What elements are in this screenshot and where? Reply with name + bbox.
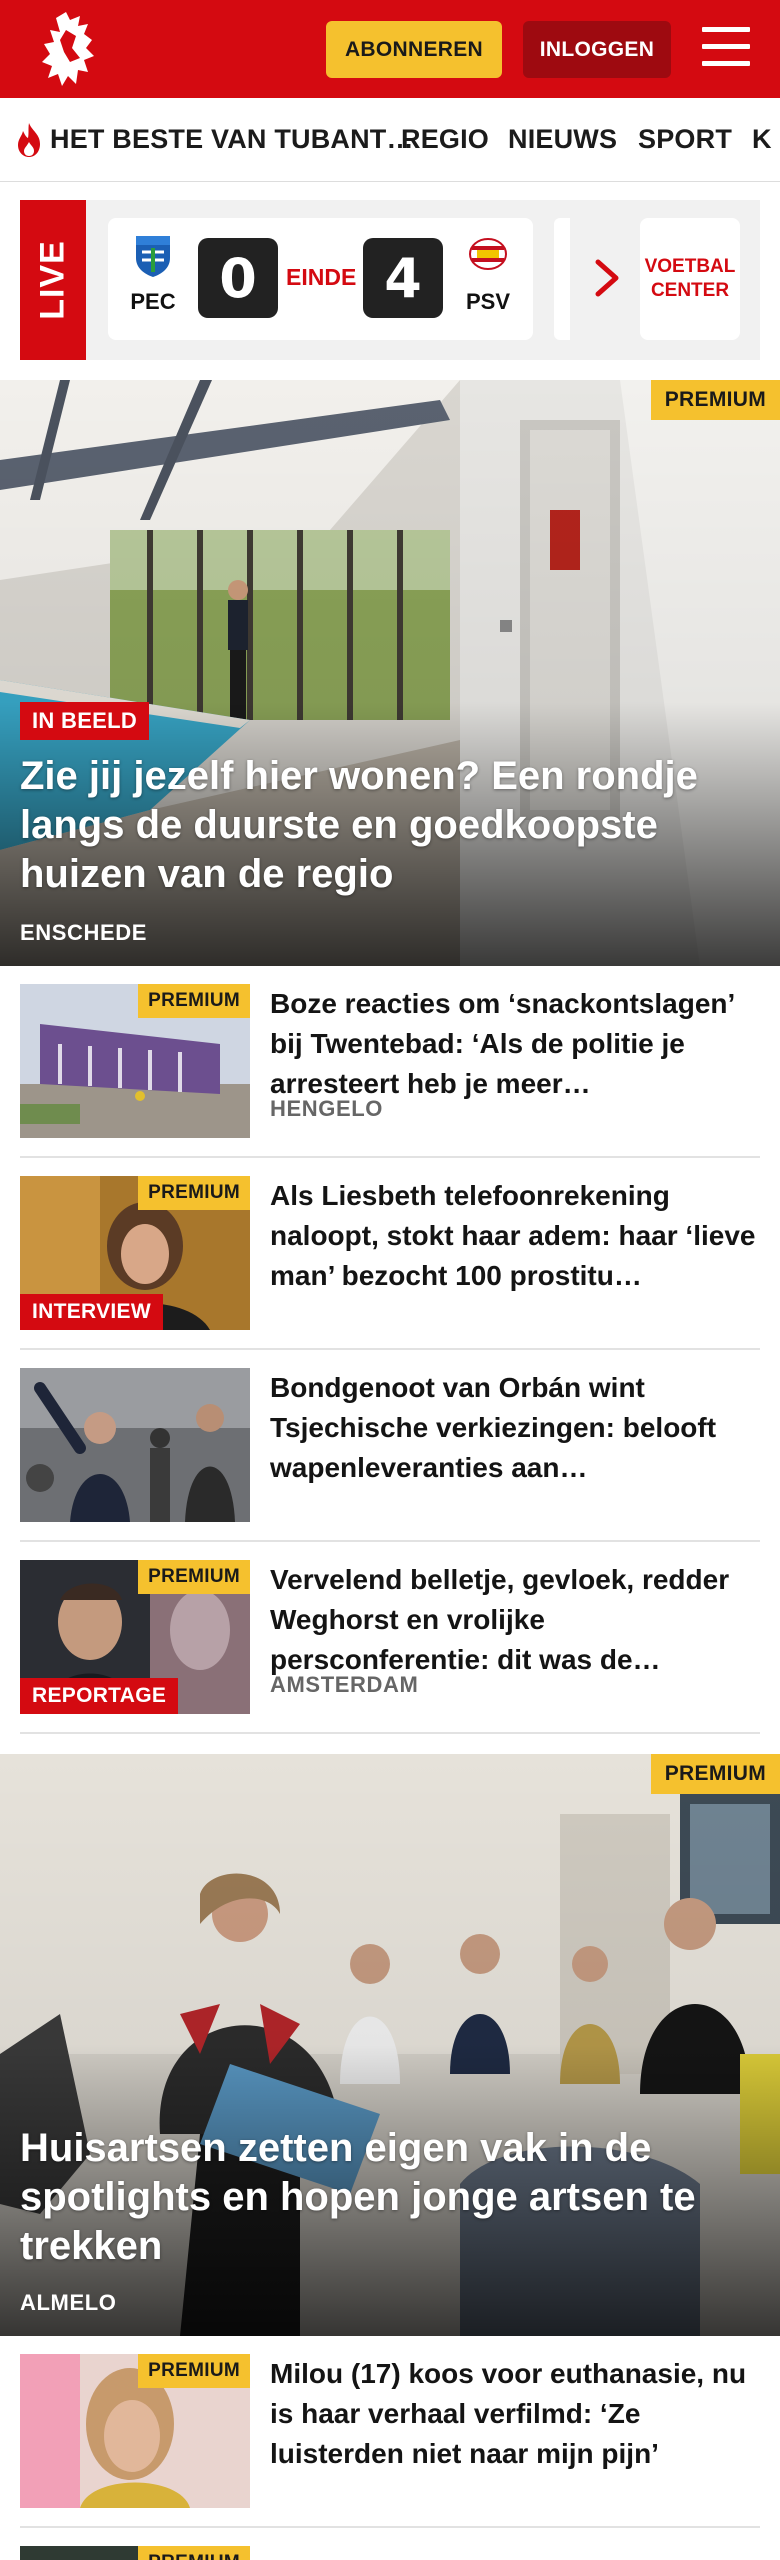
article-tag: INTERVIEW xyxy=(20,1294,163,1330)
match-card[interactable]: PEC 0 EINDE 4 PSV xyxy=(108,218,533,340)
list-item[interactable]: PREMIUM INTERVIEW Als Liesbeth telefoonr… xyxy=(20,1158,760,1350)
article-title[interactable]: Vervelend belletje, gevloek, redder Wegh… xyxy=(270,1560,760,1679)
login-button[interactable]: INLOGGEN xyxy=(523,21,671,78)
section-nav: HET BESTE VAN TUBANT… REGIO NIEUWS SPORT… xyxy=(0,98,780,182)
home-team: PEC xyxy=(118,234,188,315)
live-scores-bar: LIVE PEC 0 EINDE 4 PSV VOETBAL CENTER xyxy=(20,200,760,360)
nav-item-nieuws[interactable]: NIEUWS xyxy=(508,124,617,155)
hero-location: ENSCHEDE xyxy=(20,920,148,945)
nav-item-regio[interactable]: REGIO xyxy=(401,124,489,155)
premium-badge: PREMIUM xyxy=(650,380,780,420)
nav-item-sport[interactable]: SPORT xyxy=(638,124,732,155)
premium-badge: PREMIUM xyxy=(138,2354,250,2388)
site-header: ABONNEREN INLOGGEN xyxy=(0,0,780,98)
premium-badge: PREMIUM xyxy=(650,1754,780,1794)
away-team: PSV xyxy=(453,234,523,315)
article-thumbnail: PREMIUM xyxy=(20,984,250,1138)
article-thumbnail: PREMIUM xyxy=(20,2546,250,2560)
premium-badge: PREMIUM xyxy=(138,1560,250,1594)
article-thumbnail xyxy=(20,1368,250,1522)
voetbal-center-link[interactable]: VOETBAL CENTER xyxy=(640,218,740,340)
article-title[interactable]: Als Liesbeth telefoonrekening naloopt, s… xyxy=(270,1176,760,1295)
premium-badge: PREMIUM xyxy=(138,984,250,1018)
hero-article-housing[interactable]: PREMIUM IN BEELD Zie jij jezelf hier won… xyxy=(0,380,780,966)
politician-crowd-image xyxy=(20,1368,250,1522)
chevron-right-icon[interactable] xyxy=(592,256,624,300)
premium-badge: PREMIUM xyxy=(138,2546,250,2560)
home-score: 0 xyxy=(198,238,278,318)
article-thumbnail: PREMIUM INTERVIEW xyxy=(20,1176,250,1330)
psv-crest-icon xyxy=(469,238,507,270)
article-thumbnail: PREMIUM xyxy=(20,2354,250,2508)
match-status: EINDE xyxy=(286,264,357,290)
hero-title[interactable]: Huisartsen zetten eigen vak in de spotli… xyxy=(20,2124,740,2270)
next-match-card-edge[interactable] xyxy=(554,218,570,340)
article-location: HENGELO xyxy=(270,1096,383,1121)
nav-item-best-of-tubantia[interactable]: HET BESTE VAN TUBANT… xyxy=(50,124,414,155)
list-item[interactable]: PREMIUM REPORTAGE Vervelend belletje, ge… xyxy=(20,1542,760,1734)
hero-article-huisartsen[interactable]: PREMIUM Huisartsen zetten eigen vak in d… xyxy=(0,1754,780,2336)
list-item[interactable]: PREMIUM Boze reacties om ‘snackontsla­ge… xyxy=(20,966,760,1158)
away-team-name: PSV xyxy=(465,289,511,314)
article-title[interactable]: Boze reacties om ‘snackontsla­gen’ bij T… xyxy=(270,984,760,1103)
hero-title[interactable]: Zie jij jezelf hier wonen? Een rondje la… xyxy=(20,752,740,898)
pec-zwolle-crest-icon xyxy=(136,236,170,277)
article-location: AMSTERDAM xyxy=(270,1672,419,1697)
nav-item-more[interactable]: K xyxy=(752,124,772,155)
subscribe-button[interactable]: ABONNEREN xyxy=(326,21,502,78)
list-item[interactable]: PREMIUM xyxy=(20,2528,760,2560)
flame-icon xyxy=(18,123,40,157)
article-title[interactable]: Bondgenoot van Orbán wint Tsjechische ve… xyxy=(270,1368,760,1487)
premium-badge: PREMIUM xyxy=(138,1176,250,1210)
article-tag: REPORTAGE xyxy=(20,1678,179,1714)
article-thumbnail: PREMIUM REPORTAGE xyxy=(20,1560,250,1714)
live-label: LIVE xyxy=(20,200,86,360)
article-tag: IN BEELD xyxy=(20,702,150,740)
away-score: 4 xyxy=(363,238,443,318)
hamburger-menu-icon[interactable] xyxy=(702,27,750,71)
hero-location: ALMELO xyxy=(20,2290,117,2315)
tubantia-horse-logo-icon[interactable] xyxy=(36,10,106,90)
list-item[interactable]: Bondgenoot van Orbán wint Tsjechische ve… xyxy=(20,1350,760,1542)
list-item[interactable]: PREMIUM Milou (17) koos voor euthanasie,… xyxy=(20,2336,760,2528)
home-team-name: PEC xyxy=(130,289,176,314)
article-title[interactable]: Milou (17) koos voor euthanasie, nu is h… xyxy=(270,2354,760,2473)
